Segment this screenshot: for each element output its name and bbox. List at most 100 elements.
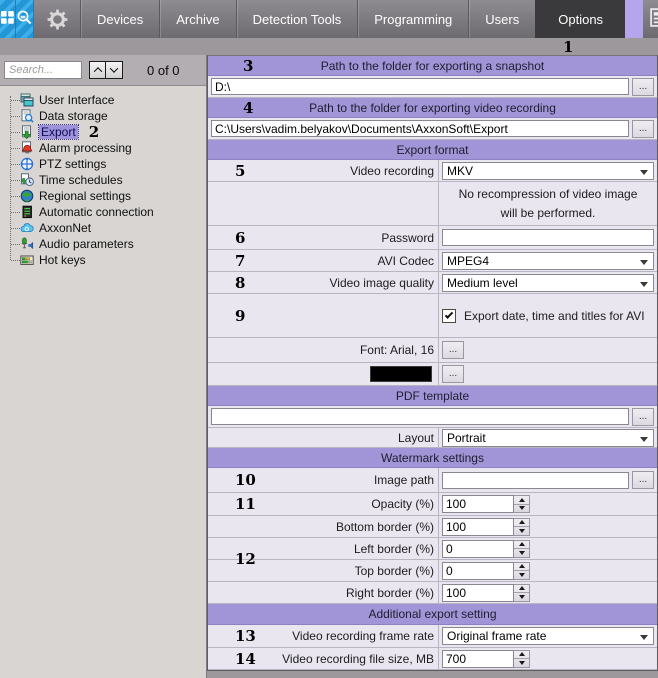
pdf-template-input[interactable] xyxy=(211,408,629,425)
image-path-input[interactable] xyxy=(442,472,629,489)
tiles-layout-button[interactable] xyxy=(0,0,16,38)
sidebar-item-label: PTZ settings xyxy=(39,157,106,171)
spin-down-icon xyxy=(519,551,525,555)
opacity-spin-buttons[interactable] xyxy=(514,495,530,513)
alarm-processing-icon xyxy=(20,141,35,155)
tab-archive[interactable]: Archive xyxy=(159,0,235,38)
video-path-browse-button[interactable]: ... xyxy=(632,120,654,138)
video-quality-select[interactable]: Medium level xyxy=(442,274,654,292)
video-quality-row: 8 Video image quality Medium level xyxy=(208,272,657,294)
annotation-14: 14 xyxy=(235,650,256,668)
tab-users-label: Users xyxy=(485,12,519,27)
right-border-spin-buttons[interactable] xyxy=(514,584,530,602)
top-border-input[interactable] xyxy=(442,562,514,580)
snapshot-path-browse-button[interactable]: ... xyxy=(632,78,654,96)
spin-up-icon xyxy=(519,564,525,568)
sidebar-item-alarm-processing[interactable]: Alarm processing xyxy=(6,140,206,156)
app-window: Devices Archive Detection Tools Programm… xyxy=(0,0,658,678)
accent-strip-right xyxy=(625,0,643,38)
tab-devices-label: Devices xyxy=(97,12,143,27)
sidebar-item-label: Regional settings xyxy=(39,189,131,203)
tab-detection-tools[interactable]: Detection Tools xyxy=(236,0,358,38)
snapshot-path-input[interactable] xyxy=(211,78,629,95)
image-path-browse-button[interactable]: ... xyxy=(632,471,654,489)
video-path-input[interactable] xyxy=(211,120,629,137)
font-browse-button[interactable]: ... xyxy=(442,341,464,359)
sidebar-item-time-schedules[interactable]: Time schedules xyxy=(6,172,206,188)
file-size-input[interactable] xyxy=(442,650,514,668)
video-recording-select[interactable]: MKV xyxy=(442,162,654,180)
section-header-export-format: Export format xyxy=(208,140,657,160)
left-border-input[interactable] xyxy=(442,540,514,558)
sidebar-item-automatic-connection[interactable]: Automatic connection xyxy=(6,204,206,220)
sidebar-item-hot-keys[interactable]: Hot keys xyxy=(6,252,206,268)
panel-top-band: 1 xyxy=(0,38,658,55)
image-path-row: 10 Image path ... xyxy=(208,468,657,493)
font-row: Font: Arial, 16 ... xyxy=(208,338,657,363)
layout-select[interactable]: Portrait xyxy=(442,429,654,447)
bottom-border-spinner xyxy=(442,518,530,536)
font-label: Font: Arial, 16 xyxy=(360,343,434,357)
password-input[interactable] xyxy=(442,229,654,246)
top-border-spin-buttons[interactable] xyxy=(514,562,530,580)
spin-down-icon xyxy=(519,506,525,510)
sidebar-item-export[interactable]: Export 2 xyxy=(6,124,206,140)
video-path-row: ... xyxy=(208,118,657,140)
section-header-pdf-template: PDF template xyxy=(208,386,657,406)
axxonnet-icon xyxy=(20,221,35,235)
sidebar-item-axxonnet[interactable]: AxxonNet xyxy=(6,220,206,236)
search-result-counter: 0 of 0 xyxy=(147,63,180,78)
search-next-button[interactable] xyxy=(106,61,123,79)
annotation-9: 9 xyxy=(235,307,245,325)
image-path-label: Image path xyxy=(374,473,434,487)
sidebar-item-user-interface[interactable]: User Interface xyxy=(6,92,206,108)
tab-options[interactable]: Options xyxy=(535,0,625,38)
frame-rate-select[interactable]: Original frame rate xyxy=(442,627,654,645)
file-size-spin-buttons[interactable] xyxy=(514,650,530,668)
sidebar-item-audio-parameters[interactable]: Audio parameters xyxy=(6,236,206,252)
tab-users[interactable]: Users xyxy=(468,0,535,38)
spin-up-icon xyxy=(519,498,525,502)
annotation-5: 5 xyxy=(235,162,245,180)
annotation-7: 7 xyxy=(235,252,245,270)
spin-down-icon xyxy=(519,661,525,665)
search-panel-button[interactable] xyxy=(16,0,34,38)
top-toolbar: Devices Archive Detection Tools Programm… xyxy=(0,0,658,38)
search-input[interactable] xyxy=(4,61,82,79)
opacity-input[interactable] xyxy=(442,495,514,513)
frame-rate-row: 13 Video recording frame rate Original f… xyxy=(208,625,657,648)
annotation-1: 1 xyxy=(563,38,573,56)
left-border-spin-buttons[interactable] xyxy=(514,540,530,558)
export-titles-checkbox[interactable] xyxy=(442,309,456,323)
section-header-additional: Additional export setting xyxy=(208,604,657,625)
search-prev-button[interactable] xyxy=(89,61,106,79)
sidebar-item-ptz-settings[interactable]: PTZ settings xyxy=(6,156,206,172)
annotation-11: 11 xyxy=(235,495,256,513)
avi-codec-select[interactable]: MPEG4 xyxy=(442,252,654,270)
top-border-label: Top border (%) xyxy=(355,564,434,578)
sidebar-item-data-storage[interactable]: Data storage xyxy=(6,108,206,124)
sidebar-item-label: Data storage xyxy=(39,109,108,123)
bottom-border-spin-buttons[interactable] xyxy=(514,518,530,536)
video-recording-format-row: 5 Video recording MKV xyxy=(208,160,657,182)
annotation-3: 3 xyxy=(243,57,253,75)
annotation-2: 2 xyxy=(89,123,99,141)
font-color-browse-button[interactable]: ... xyxy=(442,365,464,383)
section-header-label: Watermark settings xyxy=(381,451,484,465)
opacity-row: 11 Opacity (%) xyxy=(208,493,657,516)
right-border-input[interactable] xyxy=(442,584,514,602)
dropdown-arrow-icon xyxy=(640,635,648,640)
file-size-spinner xyxy=(442,650,530,668)
layout-row: Layout Portrait xyxy=(208,428,657,448)
frame-rate-label: Video recording frame rate xyxy=(292,629,434,643)
tab-programming[interactable]: Programming xyxy=(357,0,468,38)
section-header-snapshot-path: 3 Path to the folder for exporting a sna… xyxy=(208,56,657,76)
sidebar-search-row: 0 of 0 xyxy=(0,55,206,85)
pdf-template-browse-button[interactable]: ... xyxy=(632,408,654,426)
annotation-10: 10 xyxy=(235,471,256,489)
layouts-panel-button[interactable] xyxy=(643,0,658,38)
spin-down-icon xyxy=(519,595,525,599)
tab-devices[interactable]: Devices xyxy=(80,0,159,38)
sidebar-item-regional-settings[interactable]: Regional settings xyxy=(6,188,206,204)
bottom-border-input[interactable] xyxy=(442,518,514,536)
